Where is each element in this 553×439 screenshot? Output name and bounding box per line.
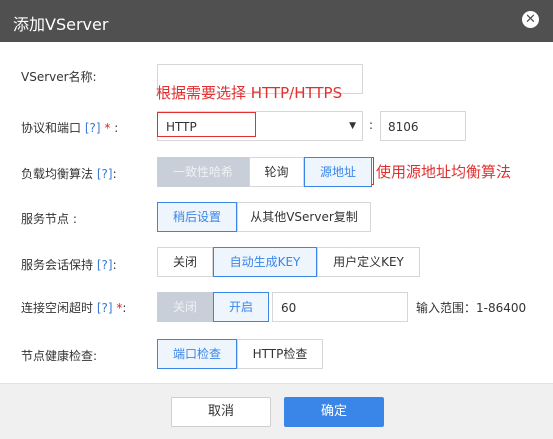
session-option-auto-key[interactable]: 自动生成KEY — [213, 247, 317, 277]
protocol-port-label-text: 协议和端口 — [21, 121, 82, 135]
lb-option-source-address[interactable]: 源地址 — [304, 157, 372, 187]
service-node-copy-from-vserver[interactable]: 从其他VServer复制 — [237, 202, 371, 232]
protocol-port-label: 协议和端口 [?] * : — [21, 119, 118, 136]
protocol-annotation-box — [157, 112, 256, 137]
idle-timeout-range: 输入范围：1-86400 — [416, 301, 527, 315]
port-separator: : — [369, 118, 374, 132]
protocol-hint-annotation: 根据需要选择 HTTP/HTTPS — [156, 84, 343, 102]
vserver-name-label: VServer名称: — [21, 70, 97, 84]
session-persistence-label: 服务会话保持 [?]: — [21, 256, 117, 273]
idle-timeout-input[interactable]: 60 — [272, 292, 408, 322]
lb-algorithm-label-text: 负载均衡算法 — [21, 167, 94, 181]
lb-option-consistent-hash[interactable]: 一致性哈希 — [157, 157, 249, 187]
lb-algorithm-label: 负载均衡算法 [?]: — [21, 165, 117, 182]
idle-timeout-off[interactable]: 关闭 — [157, 292, 213, 322]
required-mark: * — [104, 121, 111, 135]
label-colon: : — [114, 121, 119, 135]
service-node-label: 服务节点 : — [21, 212, 77, 226]
close-icon[interactable]: ✕ — [522, 11, 539, 28]
idle-timeout-input-value: 60 — [281, 301, 297, 315]
idle-timeout-help-link[interactable]: [?] — [97, 301, 113, 315]
port-input-value: 8106 — [388, 120, 419, 134]
session-persistence-label-text: 服务会话保持 — [21, 258, 94, 272]
service-node-set-later[interactable]: 稍后设置 — [157, 202, 237, 232]
dialog-footer — [0, 383, 553, 439]
cancel-button[interactable]: 取消 — [171, 397, 271, 427]
confirm-button[interactable]: 确定 — [284, 397, 384, 427]
algorithm-hint-annotation: 使用源地址均衡算法 — [376, 163, 512, 181]
label-colon: : — [112, 258, 117, 272]
health-check-http[interactable]: HTTP检查 — [237, 339, 323, 369]
add-vserver-dialog: 添加VServer ✕ VServer名称: 根据需要选择 HTTP/HTTPS… — [0, 0, 553, 439]
session-option-user-key[interactable]: 用户定义KEY — [317, 247, 420, 277]
idle-timeout-label: 连接空闲超时 [?] *: — [21, 299, 126, 316]
label-colon: : — [122, 301, 127, 315]
idle-timeout-label-text: 连接空闲超时 — [21, 301, 94, 315]
lb-algorithm-help-link[interactable]: [?] — [97, 167, 113, 181]
port-input[interactable]: 8106 — [380, 111, 466, 141]
health-check-port[interactable]: 端口检查 — [157, 339, 237, 369]
idle-timeout-on[interactable]: 开启 — [213, 292, 269, 322]
label-colon: : — [112, 167, 117, 181]
health-check-label: 节点健康检查: — [21, 349, 98, 363]
session-persistence-help-link[interactable]: [?] — [97, 258, 113, 272]
dialog-title: 添加VServer — [13, 15, 109, 34]
chevron-down-icon: ▼ — [349, 121, 356, 131]
dialog-titlebar: 添加VServer ✕ — [0, 0, 553, 42]
session-option-off[interactable]: 关闭 — [157, 247, 213, 277]
protocol-help-link[interactable]: [?] — [85, 121, 101, 135]
lb-option-round-robin[interactable]: 轮询 — [249, 157, 304, 187]
